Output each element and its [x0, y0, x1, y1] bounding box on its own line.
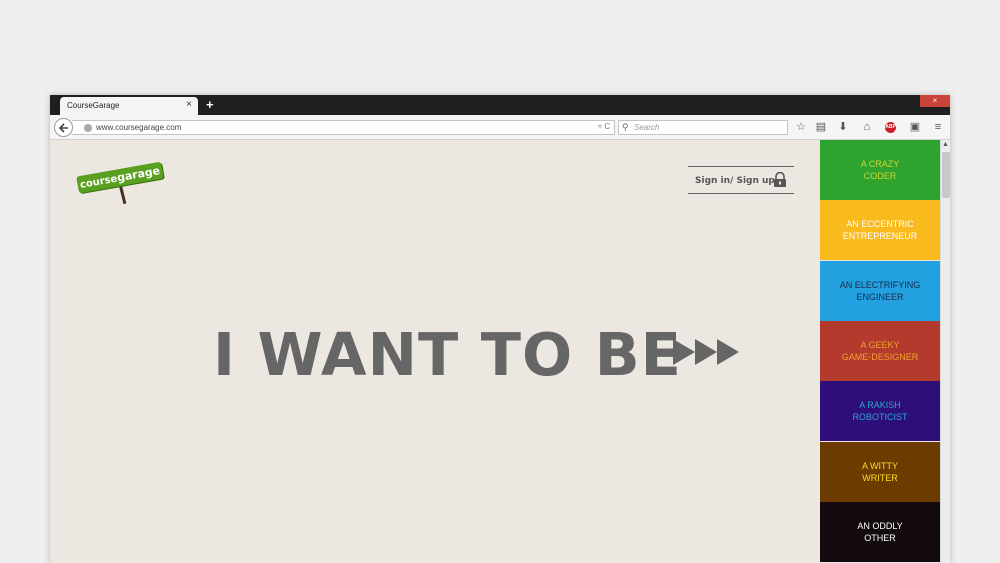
search-input[interactable]: ⚲ Search — [618, 120, 788, 135]
career-menu-item[interactable]: A GEEKY GAME-DESIGNER — [820, 320, 940, 381]
window-close-button[interactable]: × — [920, 95, 950, 107]
scrollbar[interactable]: ▲ — [940, 140, 950, 563]
tab-title: CourseGarage — [67, 101, 120, 110]
bookmark-star-icon[interactable]: ☆ — [794, 120, 808, 134]
menu-icon[interactable]: ≡ — [931, 120, 945, 134]
career-menu-item[interactable]: A RAKISH ROBOTICIST — [820, 381, 940, 442]
career-menu-label: A GEEKY GAME-DESIGNER — [841, 339, 919, 362]
search-placeholder: Search — [634, 123, 660, 132]
signin-label: Sign in/ Sign up — [695, 176, 775, 186]
career-menu-item[interactable]: A WITTY WRITER — [820, 441, 940, 502]
page-content: coursegarage Sign in/ Sign up I WANT TO — [50, 140, 820, 563]
coursegarage-logo[interactable]: coursegarage — [74, 161, 184, 274]
logo-stick — [118, 183, 127, 205]
career-menu-label: A WITTY WRITER — [862, 460, 898, 483]
adblock-icon[interactable]: ABP — [885, 122, 896, 133]
logo-word-garage: garage — [115, 164, 162, 185]
search-icon: ⚲ — [622, 122, 629, 132]
globe-icon — [84, 124, 92, 132]
fast-forward-arrows-icon[interactable] — [673, 338, 741, 366]
browser-window: CourseGarage × + × www.coursegarage.com … — [50, 95, 950, 563]
url-text: www.coursegarage.com — [96, 123, 182, 132]
clipboard-icon[interactable]: ▤ — [814, 120, 828, 134]
signin-signup-button[interactable]: Sign in/ Sign up — [688, 166, 794, 194]
navigation-bar: www.coursegarage.com ▿ C ⚲ Search ☆ ▤ ⬇ … — [50, 115, 950, 140]
scroll-thumb[interactable] — [942, 152, 950, 198]
career-menu-label: AN ODDLY OTHER — [857, 520, 903, 543]
career-menu-label: AN ELECTRIFYING ENGINEER — [839, 279, 921, 302]
browser-tab[interactable]: CourseGarage × — [60, 97, 198, 115]
download-icon[interactable]: ⬇ — [836, 120, 850, 134]
headline: I WANT TO BE — [213, 320, 682, 389]
career-menu-label: AN ECCENTRIC ENTREPRENEUR — [842, 219, 918, 242]
scroll-up-icon[interactable]: ▲ — [942, 141, 949, 148]
career-menu-item[interactable]: AN ODDLY OTHER — [820, 501, 940, 562]
extension-icon[interactable]: ▣ — [908, 120, 922, 134]
back-arrow-icon — [59, 123, 68, 133]
url-bar[interactable]: www.coursegarage.com ▿ C — [72, 120, 615, 135]
home-icon[interactable]: ⌂ — [860, 120, 874, 134]
reload-icon[interactable]: ▿ C — [598, 122, 610, 131]
career-menu-item[interactable]: AN ELECTRIFYING ENGINEER — [820, 260, 940, 321]
lock-icon — [774, 172, 786, 187]
career-menu-label: A CRAZY CODER — [860, 159, 900, 181]
back-button[interactable] — [54, 118, 73, 137]
logo-word-course: course — [79, 173, 119, 191]
career-menu-item[interactable]: A CRAZY CODER — [820, 140, 940, 200]
career-menu: A CRAZY CODER AN ECCENTRIC ENTREPRENEUR AN… — [820, 140, 940, 563]
new-tab-button[interactable]: + — [206, 97, 214, 113]
career-menu-label: A RAKISH ROBOTICIST — [852, 400, 908, 423]
tab-bar: CourseGarage × + × — [50, 95, 950, 115]
career-menu-item[interactable]: AN ECCENTRIC ENTREPRENEUR — [820, 200, 940, 261]
tab-close-icon[interactable]: × — [186, 99, 192, 111]
